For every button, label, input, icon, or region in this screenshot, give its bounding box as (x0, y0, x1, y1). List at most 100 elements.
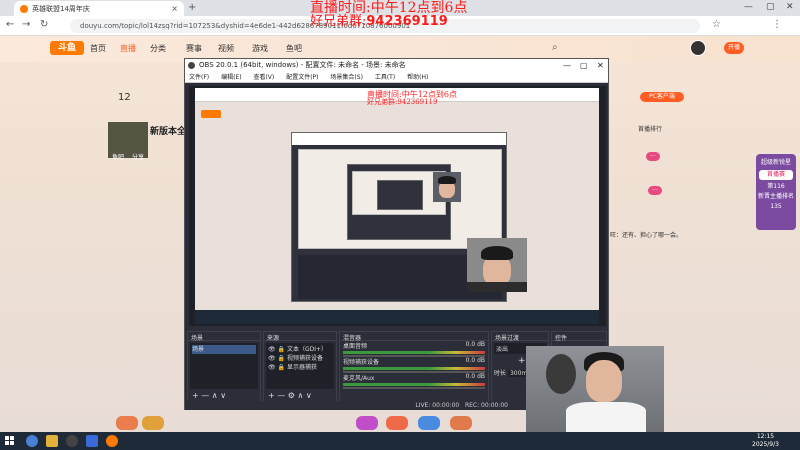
forward-icon[interactable]: → (22, 19, 30, 30)
search-icon[interactable]: ⌕ (552, 42, 558, 53)
gift-item[interactable] (116, 416, 138, 430)
sources-toolbar: + — ⚙ ∧ ∨ (264, 391, 336, 400)
close-tab-icon[interactable]: × (171, 4, 178, 13)
add-source-icon[interactable]: + (268, 391, 275, 400)
clock-time: 12:15 (756, 433, 775, 440)
scene-up-icon[interactable]: ∧ (212, 391, 218, 400)
douyu-taskbar-icon[interactable] (106, 435, 118, 447)
nav-video[interactable]: 视频 (218, 43, 234, 54)
gift-item[interactable] (356, 416, 378, 430)
gift-item[interactable] (386, 416, 408, 430)
menu-help[interactable]: 帮助(H) (407, 74, 428, 81)
menu-scene-collection[interactable]: 场景集合(S) (330, 74, 363, 81)
side-rank-label: 首播排行 (638, 126, 663, 133)
new-anchor-ad[interactable]: 超级新锐星 首播赛 第116 新晋主播排名 135 (756, 154, 796, 230)
reload-icon[interactable]: ↻ (40, 19, 48, 30)
scene-item[interactable]: 场景 (192, 345, 256, 354)
gift-item[interactable] (142, 416, 164, 430)
windows-start-icon[interactable] (5, 436, 15, 446)
app-taskbar-icon[interactable] (86, 435, 98, 447)
lock-icon[interactable]: 🔒 (278, 346, 285, 353)
ad-first-broadcast: 首播赛 (759, 170, 793, 180)
mixer-channel: 视频捕获设备 0.0 dB (340, 357, 488, 373)
menu-profile[interactable]: 配置文件(P) (286, 74, 318, 81)
sources-list: 👁 🔒 文本（GDI+） 👁 🔒 视频捕获设备 👁 🔒 显示器捕获 (266, 343, 334, 389)
eye-icon[interactable]: 👁 (268, 364, 276, 371)
chrome-taskbar-icon[interactable] (26, 435, 38, 447)
menu-view[interactable]: 查看(V) (253, 74, 274, 81)
taskbar-clock[interactable]: 12:15 2025/9/3 (752, 433, 779, 449)
sources-dock: 来源 👁 🔒 文本（GDI+） 👁 🔒 视频捕获设备 👁 🔒 显示器捕获 + —… (263, 331, 337, 403)
remove-scene-icon[interactable]: — (201, 391, 209, 400)
audio-meter (343, 351, 485, 354)
obs-titlebar: OBS 20.0.1 (64bit, windows) - 配置文件: 未命名 … (185, 59, 608, 72)
obs-close-icon[interactable]: ✕ (597, 59, 604, 72)
room-tag-share[interactable]: 分享 (132, 152, 144, 161)
gift-item[interactable] (450, 416, 472, 430)
nav-games[interactable]: 游戏 (252, 43, 268, 54)
duration-label: 时长 (494, 370, 507, 377)
nav-live[interactable]: 直播 (120, 43, 136, 54)
browser-menu-icon[interactable]: ⋮ (772, 19, 782, 30)
audio-meter (343, 367, 485, 370)
lock-icon[interactable]: 🔒 (278, 355, 285, 362)
source-settings-icon[interactable]: ⚙ (288, 391, 295, 400)
eye-icon[interactable]: 👁 (268, 346, 276, 353)
scene-down-icon[interactable]: ∨ (220, 391, 226, 400)
ad-title: 超级新锐星 (760, 159, 791, 166)
obs-maximize-icon[interactable]: ▢ (580, 59, 588, 72)
source-down-icon[interactable]: ∨ (306, 391, 312, 400)
menu-edit[interactable]: 编辑(E) (221, 74, 241, 81)
maximize-icon[interactable]: ▢ (766, 2, 775, 12)
add-scene-icon[interactable]: + (192, 391, 199, 400)
lock-icon[interactable]: 🔒 (278, 364, 285, 371)
streamer-webcam (526, 346, 664, 432)
mixer-dock: 混音器 桌面音频 0.0 dB 视频捕获设备 0.0 dB 麦克风/Aux 0.… (339, 331, 489, 403)
room-tag-fishbar[interactable]: 鱼吧 (112, 152, 124, 161)
side-badge-2[interactable]: ··· (648, 186, 662, 195)
explorer-taskbar-icon[interactable] (46, 435, 58, 447)
nav-events[interactable]: 赛事 (186, 43, 202, 54)
open-live-button[interactable]: 开播 (724, 42, 744, 54)
close-window-icon[interactable]: ✕ (786, 2, 794, 12)
browser-tab[interactable]: 英雄联盟14周年庆 × (14, 1, 184, 16)
windows-taskbar: 12:15 2025/9/3 (0, 432, 800, 450)
audio-meter (343, 383, 485, 386)
remove-source-icon[interactable]: — (277, 391, 285, 400)
nav-fishbar[interactable]: 鱼吧 (286, 43, 302, 54)
menu-tools[interactable]: 工具(T) (375, 74, 395, 81)
obs-menubar: 文件(F) 编辑(E) 查看(V) 配置文件(P) 场景集合(S) 工具(T) … (185, 72, 608, 83)
bookmark-star-icon[interactable]: ☆ (712, 19, 721, 30)
nested-qq-overlay: 好兄弟群:942369119 (367, 97, 437, 107)
new-tab-button[interactable]: + (188, 2, 196, 13)
menu-file[interactable]: 文件(F) (189, 74, 209, 81)
obs-taskbar-icon[interactable] (66, 435, 78, 447)
nested-taskbar (195, 310, 599, 324)
mixer-title: 混音器 (340, 332, 488, 342)
back-icon[interactable]: ← (6, 19, 14, 30)
mixer-channel: 麦克风/Aux 0.0 dB (340, 373, 488, 389)
obs-preview[interactable]: 直播时间:中午12点到6点 好兄弟群:942369119 (189, 86, 606, 326)
source-item[interactable]: 👁 🔒 显示器捕获 (268, 363, 332, 372)
nav-home[interactable]: 首页 (90, 43, 106, 54)
nav-category[interactable]: 分类 (150, 43, 166, 54)
eye-icon[interactable]: 👁 (268, 355, 276, 362)
scenes-list: 场景 (190, 343, 258, 389)
gift-item[interactable] (418, 416, 440, 430)
user-avatar[interactable] (690, 40, 706, 56)
sources-title: 来源 (264, 332, 336, 342)
source-item[interactable]: 👁 🔒 文本（GDI+） (268, 345, 332, 354)
rec-timer: REC: 00:00:00 (464, 402, 508, 409)
volume-slider[interactable] (343, 387, 485, 389)
source-item[interactable]: 👁 🔒 视频捕获设备 (268, 354, 332, 363)
douyu-logo[interactable]: 斗鱼 (50, 41, 84, 55)
qq-prefix: 好兄弟群: (310, 14, 367, 29)
clock-date: 2025/9/3 (752, 441, 779, 448)
nested-webcam (433, 172, 461, 202)
minimize-icon[interactable]: — (744, 2, 753, 12)
side-badge-1[interactable]: ··· (646, 152, 660, 161)
pc-client-badge[interactable]: PC客户端 (640, 92, 684, 102)
source-up-icon[interactable]: ∧ (298, 391, 304, 400)
controls-title: 控件 (552, 332, 606, 342)
obs-minimize-icon[interactable]: — (563, 59, 571, 72)
